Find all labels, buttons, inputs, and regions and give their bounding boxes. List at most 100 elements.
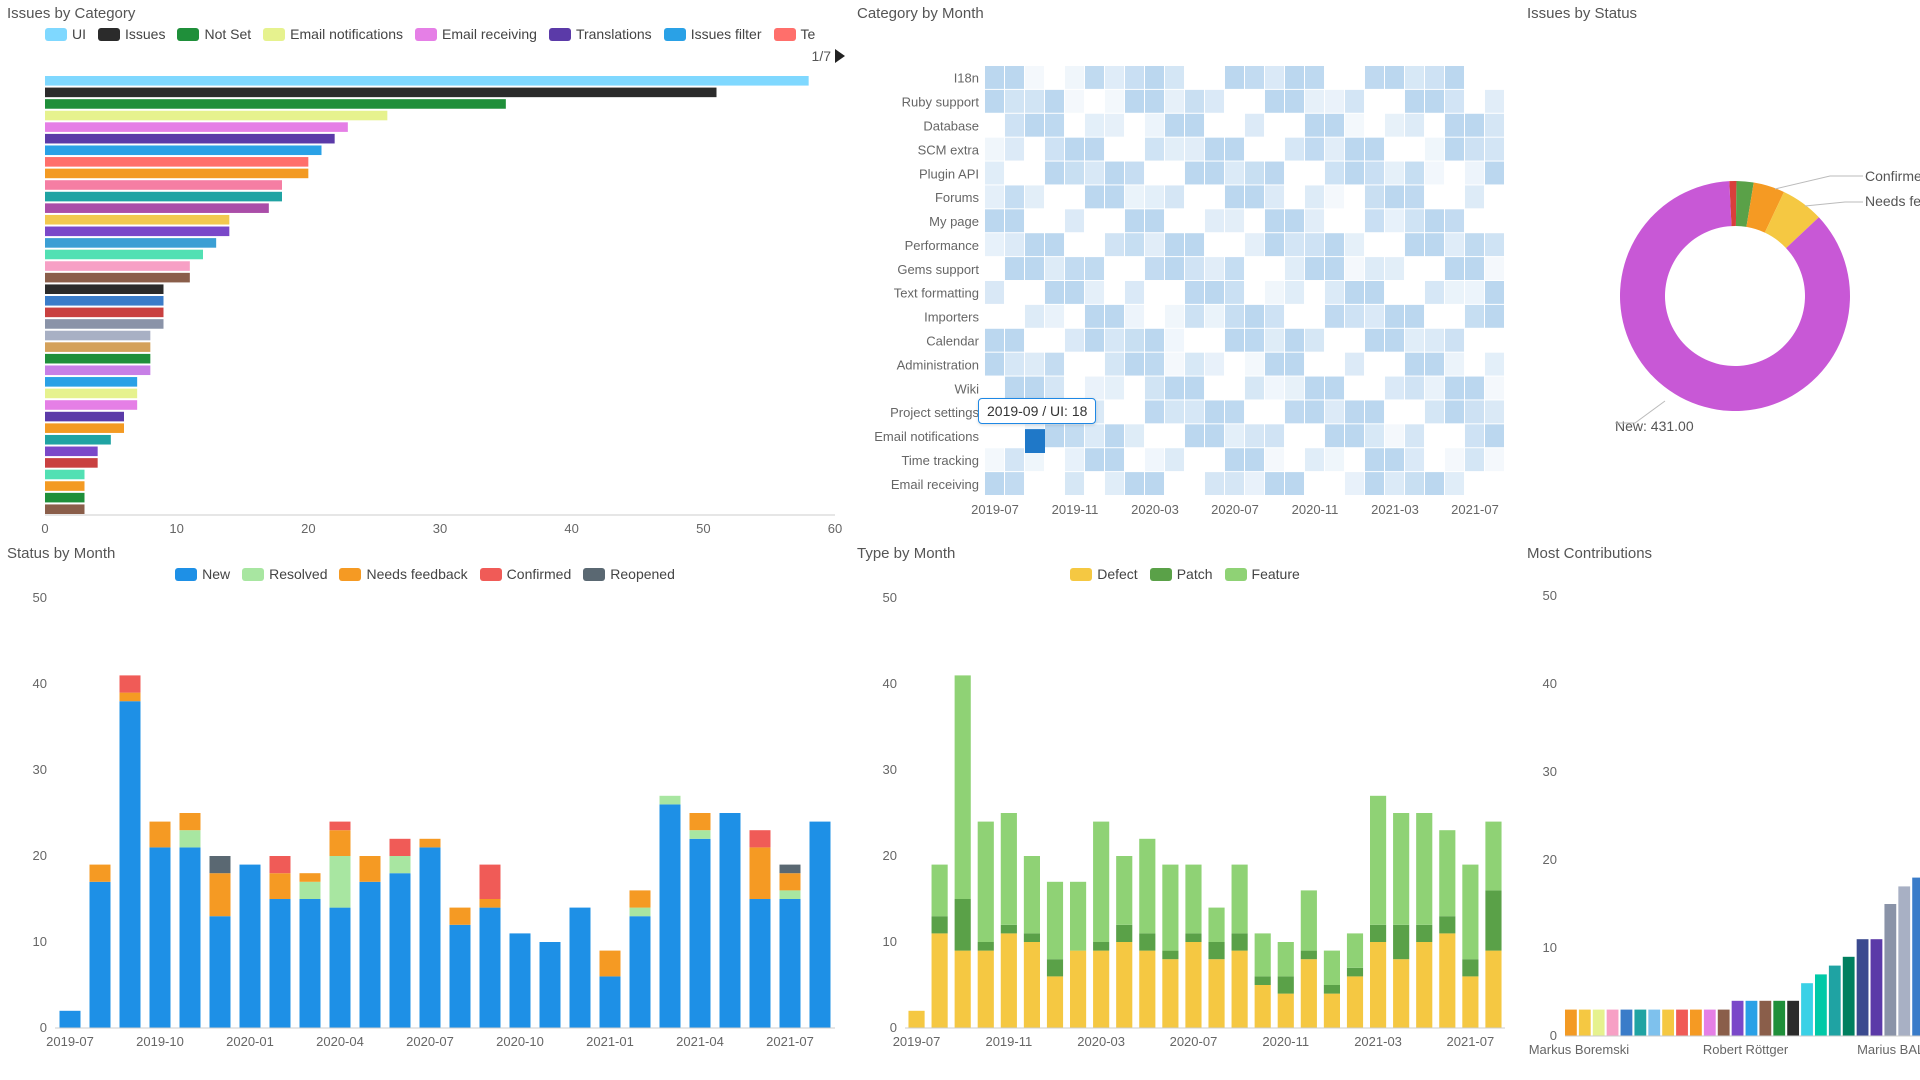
- svg-text:40: 40: [883, 676, 897, 691]
- svg-text:2021-07: 2021-07: [1447, 1034, 1495, 1049]
- svg-text:Confirmed: 22.00: Confirmed: 22.00: [1865, 168, 1920, 184]
- issues-by-category-chart: 0102030405060: [5, 70, 845, 545]
- legend-item[interactable]: Reopened: [583, 566, 675, 582]
- category-by-month-panel: Category by Month I18nRuby supportDataba…: [855, 5, 1515, 535]
- svg-text:2021-04: 2021-04: [676, 1034, 724, 1049]
- svg-text:20: 20: [883, 848, 897, 863]
- svg-text:30: 30: [433, 521, 447, 536]
- svg-text:50: 50: [696, 521, 710, 536]
- svg-text:My page: My page: [929, 214, 979, 229]
- legend-item[interactable]: Confirmed: [480, 566, 572, 582]
- type-by-month-panel: Type by Month Defect Patch Feature 0 10 20 30…: [855, 545, 1515, 1075]
- svg-text:2019-07: 2019-07: [971, 502, 1019, 517]
- svg-text:20: 20: [33, 848, 47, 863]
- legend-item[interactable]: Feature: [1225, 566, 1300, 582]
- svg-text:2020-10: 2020-10: [496, 1034, 544, 1049]
- svg-text:60: 60: [828, 521, 842, 536]
- svg-text:2020-11: 2020-11: [1292, 502, 1339, 517]
- svg-text:0: 0: [1550, 1028, 1557, 1043]
- svg-text:30: 30: [883, 762, 897, 777]
- status-by-month-chart: 010203040502019-072019-102020-012020-042…: [5, 588, 845, 1058]
- svg-text:Gems support: Gems support: [897, 262, 979, 277]
- svg-text:Wiki: Wiki: [954, 381, 979, 396]
- legend-item[interactable]: Needs feedback: [339, 566, 467, 582]
- legend-item[interactable]: Email receiving: [415, 26, 537, 42]
- svg-text:Ruby support: Ruby support: [902, 95, 980, 110]
- legend-item[interactable]: Defect: [1070, 566, 1137, 582]
- svg-text:Forums: Forums: [935, 190, 980, 205]
- svg-text:10: 10: [33, 934, 47, 949]
- svg-text:20: 20: [1543, 852, 1557, 867]
- legend-item[interactable]: Resolved: [242, 566, 327, 582]
- legend-item[interactable]: Email notifications: [263, 26, 403, 42]
- svg-text:50: 50: [883, 590, 897, 605]
- panel-title: Category by Month: [857, 5, 1515, 22]
- panel-title: Issues by Status: [1527, 5, 1920, 22]
- svg-text:2019-07: 2019-07: [893, 1034, 941, 1049]
- svg-text:Calendar: Calendar: [926, 334, 979, 349]
- svg-text:40: 40: [1543, 676, 1557, 691]
- svg-text:10: 10: [883, 934, 897, 949]
- svg-text:2021-01: 2021-01: [586, 1034, 634, 1049]
- issues-by-status-panel: Issues by Status New: 431.00 Confirmed: 2…: [1525, 5, 1920, 535]
- svg-text:2019-07: 2019-07: [46, 1034, 94, 1049]
- legend-item[interactable]: Translations: [549, 26, 652, 42]
- svg-text:New: 431.00: New: 431.00: [1615, 418, 1694, 434]
- status-by-month-legend: New Resolved Needs feedback Confirmed Reopen…: [5, 566, 845, 582]
- legend-item[interactable]: Patch: [1150, 566, 1213, 582]
- svg-text:Text formatting: Text formatting: [894, 286, 979, 301]
- issues-by-category-legend: UI Issues Not Set Email notifications Email …: [45, 26, 845, 64]
- svg-text:SCM extra: SCM extra: [918, 142, 980, 157]
- svg-text:30: 30: [1543, 764, 1557, 779]
- svg-text:2019-10: 2019-10: [136, 1034, 184, 1049]
- svg-text:Marius BALTEANU: Marius BALTEANU: [1857, 1042, 1920, 1057]
- legend-pager[interactable]: 1/7: [812, 48, 845, 64]
- panel-title: Type by Month: [857, 545, 1515, 562]
- svg-text:50: 50: [1543, 588, 1557, 603]
- issues-by-status-chart: New: 431.00 Confirmed: 22.00 Needs feedbac…: [1525, 26, 1920, 526]
- svg-text:2020-11: 2020-11: [1262, 1034, 1309, 1049]
- legend-item[interactable]: Not Set: [177, 26, 251, 42]
- svg-text:Administration: Administration: [897, 357, 979, 372]
- svg-text:2020-07: 2020-07: [1170, 1034, 1218, 1049]
- svg-text:0: 0: [40, 1020, 47, 1035]
- svg-text:2021-03: 2021-03: [1354, 1034, 1402, 1049]
- legend-item[interactable]: New: [175, 566, 230, 582]
- legend-item[interactable]: Issues: [98, 26, 165, 42]
- legend-item[interactable]: UI: [45, 26, 86, 42]
- svg-text:Database: Database: [923, 119, 979, 134]
- svg-text:0: 0: [890, 1020, 897, 1035]
- svg-text:2021-03: 2021-03: [1371, 502, 1419, 517]
- category-by-month-chart: I18nRuby supportDatabaseSCM extraPlugin …: [855, 26, 1515, 526]
- svg-text:2019-11: 2019-11: [985, 1034, 1032, 1049]
- svg-text:10: 10: [169, 521, 183, 536]
- issues-by-category-panel: Issues by Category UIIssuesNot SetEmail …: [5, 5, 845, 535]
- svg-text:Plugin API: Plugin API: [919, 166, 979, 181]
- most-contributions-chart: 01020304050Markus BoremskiRobert Röttger…: [1525, 566, 1920, 1066]
- svg-text:Project settings: Project settings: [890, 405, 979, 420]
- svg-text:Needs feedback:: Needs feedback:: [1865, 193, 1920, 209]
- svg-text:Time tracking: Time tracking: [901, 453, 979, 468]
- chevron-right-icon[interactable]: [835, 49, 845, 63]
- svg-text:2019-11: 2019-11: [1052, 502, 1099, 517]
- svg-text:Email notifications: Email notifications: [874, 429, 979, 444]
- svg-text:Robert Röttger: Robert Röttger: [1703, 1042, 1789, 1057]
- most-contributions-panel: Most Contributions 01020304050Markus Bor…: [1525, 545, 1920, 1075]
- svg-text:2020-07: 2020-07: [406, 1034, 454, 1049]
- panel-title: Most Contributions: [1527, 545, 1920, 562]
- legend-item[interactable]: Te: [774, 26, 816, 42]
- svg-text:30: 30: [33, 762, 47, 777]
- svg-text:Importers: Importers: [924, 310, 979, 325]
- svg-text:2020-03: 2020-03: [1077, 1034, 1125, 1049]
- svg-text:2020-03: 2020-03: [1131, 502, 1179, 517]
- svg-text:Email receiving: Email receiving: [891, 477, 979, 492]
- panel-title: Status by Month: [7, 545, 845, 562]
- svg-text:20: 20: [301, 521, 315, 536]
- svg-text:2021-07: 2021-07: [1451, 502, 1499, 517]
- svg-text:Markus Boremski: Markus Boremski: [1529, 1042, 1630, 1057]
- svg-text:0: 0: [41, 521, 48, 536]
- legend-item[interactable]: Issues filter: [664, 26, 762, 42]
- svg-text:Performance: Performance: [905, 238, 979, 253]
- svg-text:2020-01: 2020-01: [226, 1034, 274, 1049]
- status-by-month-panel: Status by Month New Resolved Needs feedbac…: [5, 545, 845, 1075]
